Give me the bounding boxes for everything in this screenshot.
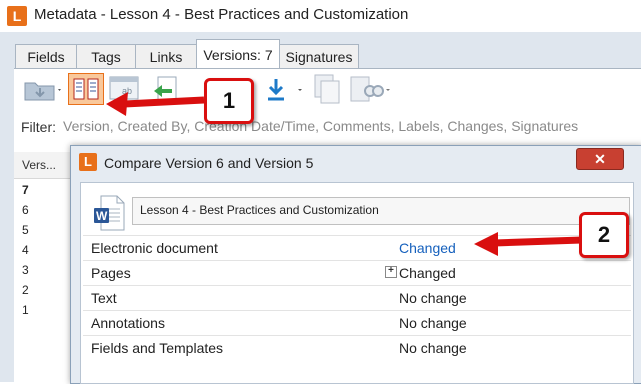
version-row[interactable]: 6 — [22, 203, 29, 217]
tab-versions[interactable]: Versions: 7 — [196, 39, 280, 69]
copy-document-icon[interactable] — [310, 73, 344, 105]
version-row[interactable]: 7 — [22, 183, 29, 197]
export-folder-icon[interactable] — [22, 73, 62, 105]
tab-tags[interactable]: Tags — [76, 44, 136, 69]
comparison-value: No change — [399, 315, 467, 331]
comparison-label: Fields and Templates — [91, 340, 224, 356]
version-row[interactable]: 1 — [22, 303, 29, 317]
version-row[interactable]: 5 — [22, 223, 29, 237]
app-logo-icon: L — [7, 6, 27, 26]
dialog-title: Compare Version 6 and Version 5 — [104, 155, 314, 171]
download-icon[interactable] — [264, 73, 308, 105]
word-document-icon: W — [94, 195, 125, 231]
version-row[interactable]: 4 — [22, 243, 29, 257]
compare-versions-icon[interactable] — [68, 73, 104, 105]
version-row[interactable]: 2 — [22, 283, 29, 297]
tab-signatures[interactable]: Signatures — [279, 44, 359, 69]
comparison-label: Text — [91, 290, 117, 306]
comparison-value: No change — [399, 290, 467, 306]
expand-icon[interactable]: + — [385, 266, 397, 278]
callout-number-1: 1 — [204, 78, 254, 124]
document-name: Lesson 4 - Best Practices and Customizat… — [140, 203, 379, 217]
comparison-label: Pages — [91, 265, 131, 281]
callout-arrow-2 — [474, 232, 583, 256]
tab-links[interactable]: Links — [135, 44, 197, 69]
dialog-app-icon: L — [79, 153, 97, 171]
callout-arrow-1 — [106, 92, 205, 116]
comparison-label: Annotations — [91, 315, 165, 331]
electronic-document-changed-link[interactable]: Changed — [399, 240, 456, 256]
version-column-header[interactable]: Vers... — [22, 158, 56, 172]
window-title: Metadata - Lesson 4 - Best Practices and… — [34, 6, 409, 23]
callout-number-2: 2 — [579, 212, 629, 258]
comparison-row — [83, 310, 631, 335]
tab-fields[interactable]: Fields — [15, 44, 77, 69]
svg-text:W: W — [96, 209, 108, 223]
comparison-value: Changed — [399, 265, 456, 281]
comparison-value: No change — [399, 340, 467, 356]
filter-label: Filter: — [21, 119, 56, 135]
search-versions-icon[interactable] — [348, 73, 392, 105]
comparison-label: Electronic document — [91, 240, 218, 256]
version-row[interactable]: 3 — [22, 263, 29, 277]
comparison-row — [83, 285, 631, 310]
close-icon[interactable]: ✕ — [576, 148, 624, 170]
